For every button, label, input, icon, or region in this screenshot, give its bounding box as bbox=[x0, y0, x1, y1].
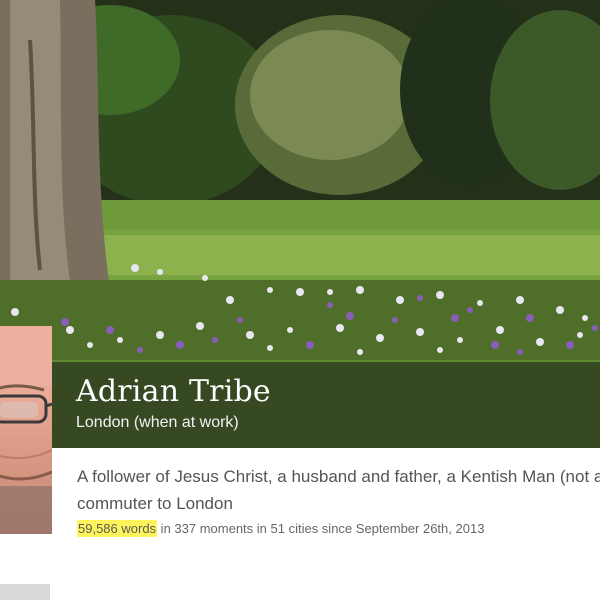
profile-location: London (when at work) bbox=[76, 414, 239, 431]
avatar-photo bbox=[0, 326, 52, 534]
stats-text: in 337 moments in 51 cities since Septem… bbox=[157, 521, 485, 536]
profile-bio: A follower of Jesus Christ, a husband an… bbox=[77, 463, 600, 517]
word-count-highlight: 59,586 words bbox=[77, 520, 158, 537]
bio-line: commuter to London bbox=[77, 494, 233, 513]
profile-name-bar: Adrian Tribe London (when at work) bbox=[52, 362, 600, 448]
avatar[interactable] bbox=[0, 326, 52, 534]
bottom-left-tab bbox=[0, 584, 50, 600]
profile-stats: 59,586 words in 337 moments in 51 cities… bbox=[77, 520, 600, 537]
bio-line: A follower of Jesus Christ, a husband an… bbox=[77, 467, 600, 486]
profile-name: Adrian Tribe bbox=[76, 374, 271, 409]
